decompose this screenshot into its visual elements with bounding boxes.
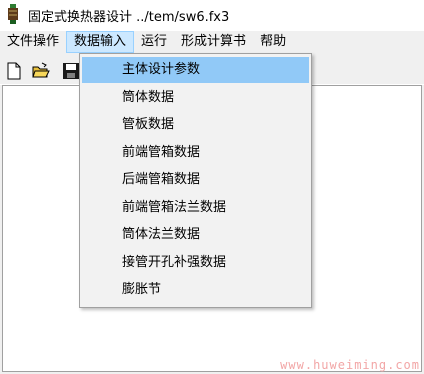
data-input-dropdown: 主体设计参数 筒体数据 管板数据 前端管箱数据 后端管箱数据 前端管箱法兰数据 … bbox=[79, 53, 312, 308]
menu-run[interactable]: 运行 bbox=[134, 31, 174, 53]
menu-item-front-flange-data[interactable]: 前端管箱法兰数据 bbox=[82, 195, 309, 221]
watermark: www.huweiming.com bbox=[280, 358, 420, 372]
app-window: 固定式换热器设计 ../tem/sw6.fx3 文件操作 数据输入 运行 形成计… bbox=[0, 0, 424, 374]
menu-item-front-channel-data[interactable]: 前端管箱数据 bbox=[82, 140, 309, 166]
menu-item-shell-data[interactable]: 筒体数据 bbox=[82, 85, 309, 111]
menu-item-rear-channel-data[interactable]: 后端管箱数据 bbox=[82, 167, 309, 193]
open-folder-icon[interactable] bbox=[32, 62, 50, 80]
menu-help[interactable]: 帮助 bbox=[253, 31, 293, 53]
menu-item-expansion-joint[interactable]: 膨胀节 bbox=[82, 277, 309, 303]
menu-item-nozzle-reinforcement[interactable]: 接管开孔补强数据 bbox=[82, 250, 309, 276]
menu-bar: 文件操作 数据输入 运行 形成计算书 帮助 bbox=[0, 31, 424, 54]
menu-file[interactable]: 文件操作 bbox=[0, 31, 66, 53]
save-icon[interactable] bbox=[62, 62, 80, 80]
window-title: 固定式换热器设计 ../tem/sw6.fx3 bbox=[28, 10, 230, 25]
app-icon bbox=[8, 4, 18, 24]
menu-report[interactable]: 形成计算书 bbox=[174, 31, 253, 53]
menu-item-tubesheet-data[interactable]: 管板数据 bbox=[82, 112, 309, 138]
new-file-icon[interactable] bbox=[5, 62, 23, 80]
menu-item-main-params[interactable]: 主体设计参数 bbox=[82, 57, 309, 83]
menu-item-shell-flange-data[interactable]: 筒体法兰数据 bbox=[82, 222, 309, 248]
menu-data-input[interactable]: 数据输入 bbox=[66, 31, 135, 53]
title-bar: 固定式换热器设计 ../tem/sw6.fx3 bbox=[0, 0, 424, 30]
